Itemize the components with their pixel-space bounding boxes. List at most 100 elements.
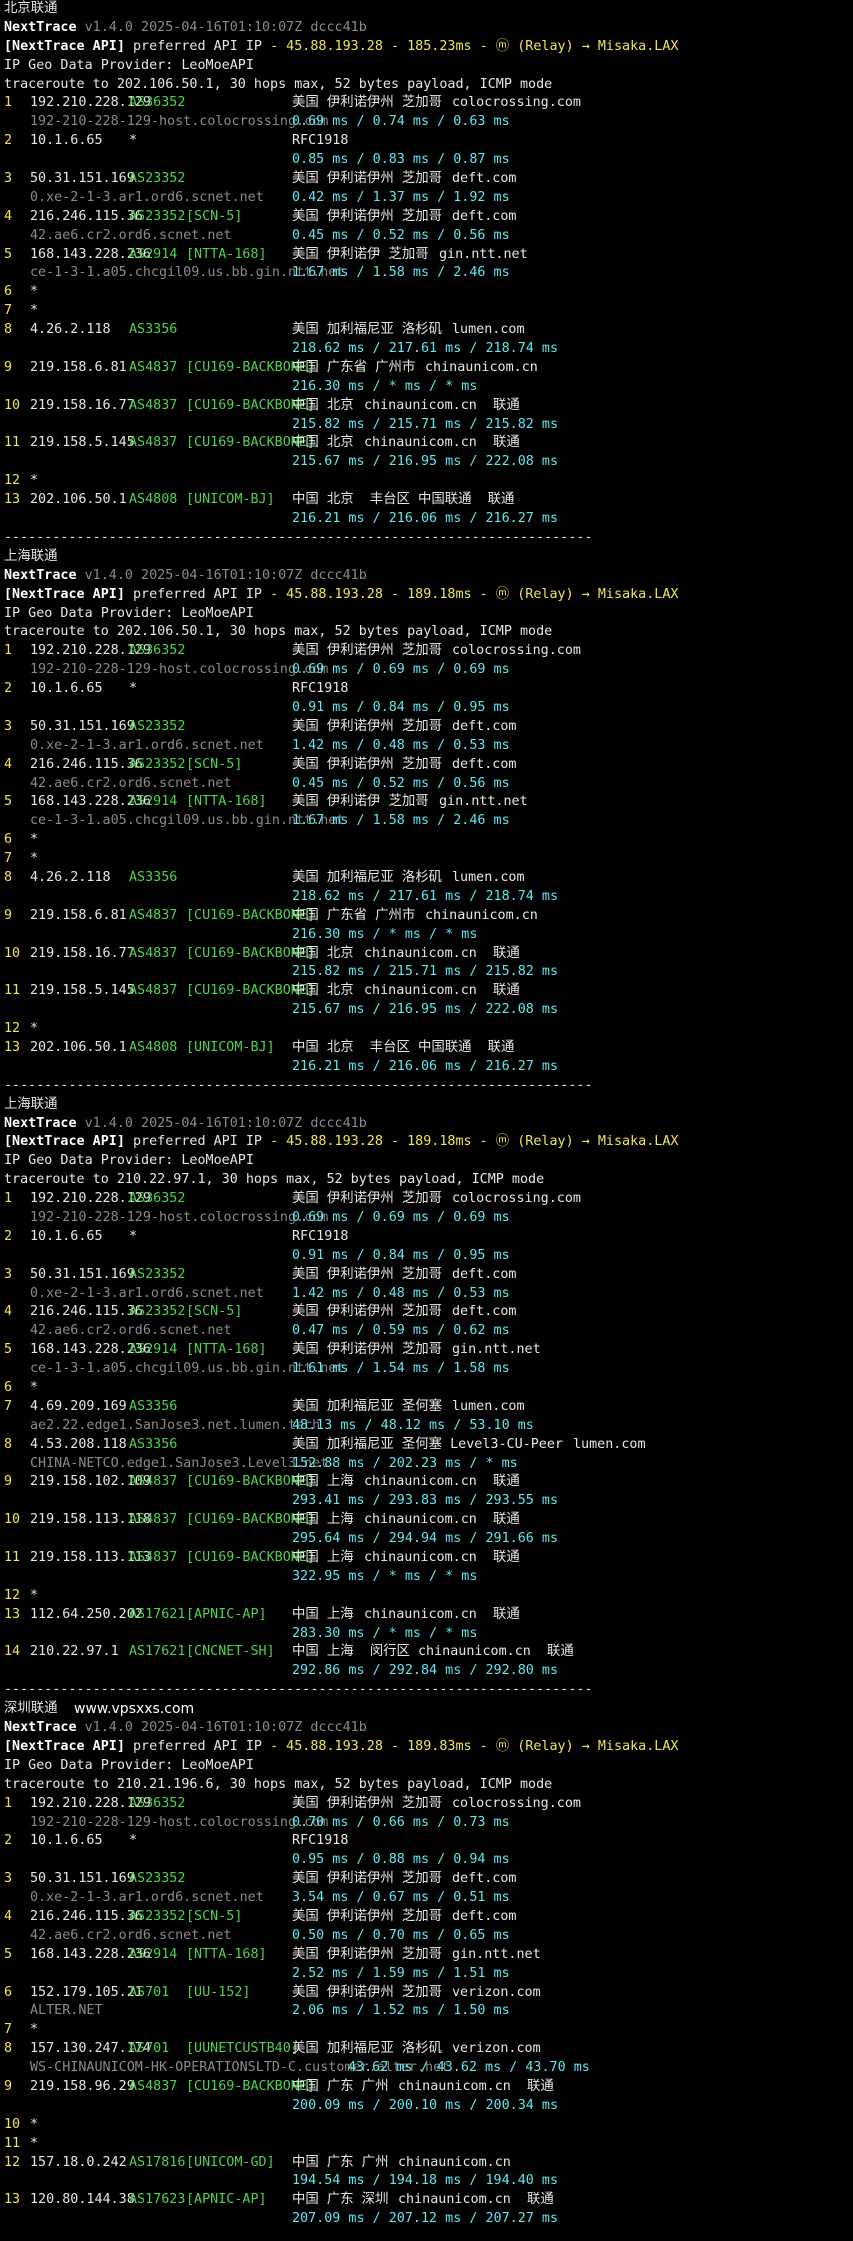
hop-domain: chinaunicom.cn 联通 (398, 2192, 554, 2208)
section-title: 北京联通 (4, 0, 853, 19)
hop-number: 3 (4, 1871, 13, 1887)
geo-provider-text: IP Geo Data Provider: LeoMoeAPI (4, 57, 254, 73)
api-info: - 45.88.193.28 - 189.18ms - ⓜ (Relay) → … (270, 586, 679, 602)
hop-row: 9 219.158.6.81 AS4837 [CU169-BACKBONE] 中国 广东… (4, 907, 853, 926)
hop-asn: AS2914 (129, 246, 178, 262)
hop-geo: 美国 伊利诺伊州 芝加哥 (292, 1984, 443, 2000)
hop-row: 8 4.26.2.118 AS3356 美国 加利福尼亚 洛杉矶 lumen.com (4, 321, 853, 340)
hop-domain: chinaunicom.cn 联通 (364, 945, 520, 961)
hop-tag: [NTTA-168] (186, 794, 267, 810)
hop-rtt: 215.82 ms / 215.71 ms / 215.82 ms (292, 964, 559, 980)
section-separator: ----------------------------------------… (4, 1681, 853, 1700)
hop-row: 5 168.143.228.236 AS2914 [NTTA-168] 美国 伊利诺伊州… (4, 1341, 853, 1360)
section-title-text: 上海联通 (4, 1096, 58, 1112)
hop-timeout: * (30, 284, 39, 300)
hop-tag: [CNCNET-SH] (186, 1644, 275, 1660)
hop-number: 3 (4, 1266, 13, 1282)
hop-geo: 中国 广东省 广州市 (292, 359, 416, 375)
section-separator: ----------------------------------------… (4, 529, 853, 548)
hop-domain: deft.com (452, 756, 517, 772)
hop-ip: 10.1.6.65 (30, 681, 103, 697)
hop-domain: gin.ntt.net (439, 794, 528, 810)
hop-ip: 219.158.6.81 (30, 907, 127, 923)
brand-name: NextTrace (4, 1115, 77, 1131)
hop-row: 2 10.1.6.65 * RFC1918 (4, 132, 853, 151)
hop-hostname: ae2.22.edge1.SanJose3.net.lumen.tech (30, 1417, 321, 1433)
hop-domain: chinaunicom.cn 联通 (364, 1606, 520, 1622)
hop-geo: 美国 伊利诺伊州 芝加哥 (292, 1908, 443, 1924)
traceroute-text: traceroute to 210.22.97.1, 30 hops max, … (4, 1172, 545, 1188)
hop-rtt: 0.91 ms / 0.84 ms / 0.95 ms (292, 699, 510, 715)
hop-asn: AS23352 (129, 1304, 186, 1320)
hop-timeout: * (30, 2022, 39, 2038)
hop-asn: AS23352 (129, 718, 186, 734)
hop-rtt: 0.50 ms / 0.70 ms / 0.65 ms (292, 1927, 510, 1943)
hop-rtt: 194.54 ms / 194.18 ms / 194.40 ms (292, 2173, 559, 2189)
hop-asn: AS3356 (129, 322, 178, 338)
hop-detail-row: 192-210-228-129-host.colocrossing.com 0.6… (4, 661, 853, 680)
hop-detail-row: 0.91 ms / 0.84 ms / 0.95 ms (4, 699, 853, 718)
hop-tag: [SCN-5] (186, 208, 243, 224)
geo-provider-line: IP Geo Data Provider: LeoMoeAPI (4, 1152, 853, 1171)
hop-rtt: 0.85 ms / 0.83 ms / 0.87 ms (292, 152, 510, 168)
hop-number: 14 (4, 1644, 21, 1660)
hop-ip: 219.158.5.145 (30, 983, 135, 999)
separator-line: ----------------------------------------… (4, 529, 593, 545)
section-title: 上海联通 (4, 1096, 853, 1115)
traceroute-line: traceroute to 202.106.50.1, 30 hops max,… (4, 623, 853, 642)
hop-domain: verizon.com (452, 1984, 541, 2000)
hop-row: 3 50.31.151.169 AS23352 美国 伊利诺伊州 芝加哥 deft.co… (4, 718, 853, 737)
hop-row: 10 219.158.16.77 AS4837 [CU169-BACKBONE] 中国 … (4, 945, 853, 964)
geo-provider-line: IP Geo Data Provider: LeoMoeAPI (4, 1757, 853, 1776)
hop-detail-row: ALTER.NET 2.06 ms / 1.52 ms / 1.50 ms (4, 2002, 853, 2021)
hop-domain: chinaunicom.cn (425, 359, 538, 375)
version-text: v1.4.0 2025-04-16T01:10:07Z dccc41b (84, 19, 367, 35)
hop-rtt: 215.67 ms / 216.95 ms / 222.08 ms (292, 454, 559, 470)
hop-geo: 中国 北京 (292, 983, 354, 999)
hop-detail-row: 215.67 ms / 216.95 ms / 222.08 ms (4, 1001, 853, 1020)
hop-row: 8 157.130.247.174 AS701 [UUNETCUSTB40] 美国 加利… (4, 2040, 853, 2059)
hop-detail-row: 0.xe-2-1-3.ar1.ord6.scnet.net 3.54 ms / 0… (4, 1889, 853, 1908)
brand-name: NextTrace (4, 19, 77, 35)
hop-number: 13 (4, 1606, 21, 1622)
hop-row: 1 192.210.228.129 AS36352 美国 伊利诺伊州 芝加哥 coloc… (4, 1795, 853, 1814)
hop-row: 10 219.158.113.118 AS4837 [CU169-BACKBONE] 中… (4, 1511, 853, 1530)
hop-number: 2 (4, 681, 13, 697)
geo-provider-text: IP Geo Data Provider: LeoMoeAPI (4, 1757, 254, 1773)
hop-domain: chinaunicom.cn 联通 (364, 1474, 520, 1490)
hop-asn: AS23352 (129, 1908, 186, 1924)
traceroute-line: traceroute to 210.22.97.1, 30 hops max, … (4, 1171, 853, 1190)
api-line: [NextTrace API] preferred API IP - 45.88… (4, 38, 853, 57)
hop-geo: 中国 上海 闵行区 chinaunicom.cn 联通 (292, 1644, 574, 1660)
hop-rtt: 0.42 ms / 1.37 ms / 1.92 ms (292, 189, 510, 205)
hop-detail-row: 218.62 ms / 217.61 ms / 218.74 ms (4, 888, 853, 907)
hop-tag: [NTTA-168] (186, 1946, 267, 1962)
hop-domain: gin.ntt.net (439, 246, 528, 262)
hop-asn: AS4837 (129, 983, 178, 999)
hop-geo: 美国 伊利诺伊州 芝加哥 (292, 643, 443, 659)
hop-geo: 美国 加利福尼亚 圣何塞 Level3-CU-Peer (292, 1436, 563, 1452)
hop-row: 1 192.210.228.129 AS36352 美国 伊利诺伊州 芝加哥 coloc… (4, 642, 853, 661)
api-line: [NextTrace API] preferred API IP - 45.88… (4, 1133, 853, 1152)
terminal-output: 北京联通 NextTrace v1.4.0 2025-04-16T01:10:07… (0, 0, 853, 2229)
watermark-text: www.vpsxxs.com (74, 1701, 195, 1718)
hop-domain: lumen.com (573, 1436, 646, 1452)
hop-number: 8 (4, 869, 13, 885)
hop-domain: deft.com (452, 171, 517, 187)
section-title: 深圳联通 www.vpsxxs.com (4, 1700, 853, 1719)
hop-domain: chinaunicom.cn 联通 (364, 397, 520, 413)
section-title-text: 深圳联通 (4, 1701, 58, 1717)
hop-number: 10 (4, 1512, 21, 1528)
hop-rtt: 1.67 ms / 1.58 ms / 2.46 ms (292, 813, 510, 829)
hop-geo: RFC1918 (292, 133, 349, 149)
hop-rtt: 292.86 ms / 292.84 ms / 292.80 ms (292, 1663, 559, 1679)
hop-domain: chinaunicom.cn (425, 907, 538, 923)
hop-ip: 219.158.6.81 (30, 359, 127, 375)
hop-ip: 10.1.6.65 (30, 1833, 103, 1849)
hop-detail-row: 0.xe-2-1-3.ar1.ord6.scnet.net 1.42 ms / 0… (4, 737, 853, 756)
hop-rtt: 43.62 ms / 43.62 ms / 43.70 ms (348, 2060, 590, 2076)
traceroute-text: traceroute to 202.106.50.1, 30 hops max,… (4, 76, 553, 92)
hop-rtt: 216.30 ms / * ms / * ms (292, 378, 478, 394)
hop-asn: AS17623 (129, 2192, 186, 2208)
hop-rtt: 0.91 ms / 0.84 ms / 0.95 ms (292, 1247, 510, 1263)
